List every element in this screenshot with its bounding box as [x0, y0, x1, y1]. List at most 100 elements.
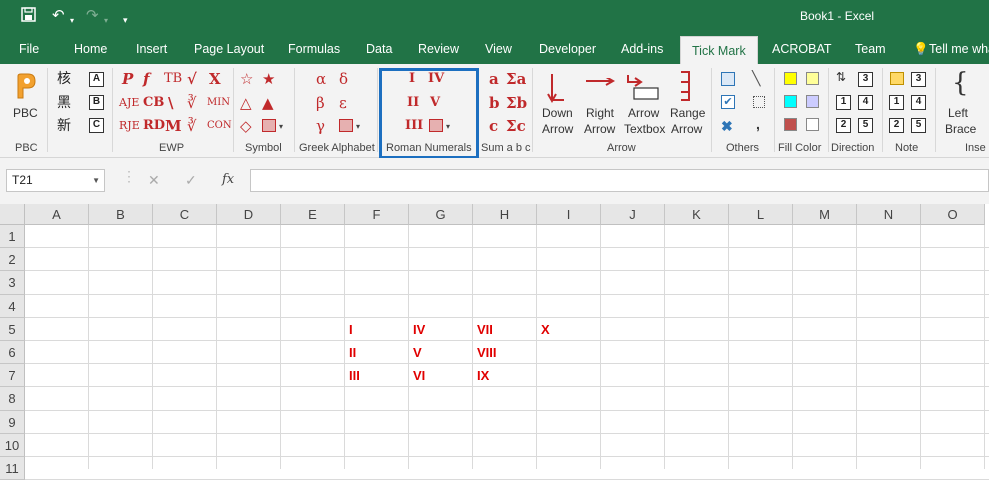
triangle-filled-icon[interactable]: ▲: [262, 94, 274, 112]
ewp-rd-button[interactable]: RD: [143, 117, 165, 135]
tab-review[interactable]: Review: [418, 34, 459, 64]
tab-formulas[interactable]: Formulas: [288, 34, 340, 64]
column-header-o[interactable]: O: [921, 204, 985, 225]
column-header-d[interactable]: D: [217, 204, 281, 225]
greek-more-icon[interactable]: [339, 119, 353, 132]
undo-dropdown-icon[interactable]: ▾: [70, 12, 74, 30]
row-header-10[interactable]: 10: [0, 433, 25, 457]
star-filled-icon[interactable]: ★: [262, 70, 275, 88]
tab-file[interactable]: File: [19, 34, 39, 64]
column-header-c[interactable]: C: [153, 204, 217, 225]
note-icon[interactable]: [890, 72, 904, 85]
diagonal-line-icon[interactable]: ╲: [752, 70, 760, 87]
range-arrow-label-1[interactable]: Range: [670, 106, 705, 121]
left-brace-label-2[interactable]: Brace: [945, 122, 976, 137]
tab-view[interactable]: View: [485, 34, 512, 64]
row-header-8[interactable]: 8: [0, 387, 25, 411]
arrow-textbox-label-2[interactable]: Textbox: [624, 122, 665, 137]
tab-insert[interactable]: Insert: [136, 34, 167, 64]
cell-f7[interactable]: III: [349, 368, 360, 383]
column-header-g[interactable]: G: [409, 204, 473, 225]
dropdown-arrow-icon[interactable]: ▾: [356, 122, 360, 131]
right-arrow-label-1[interactable]: Right: [586, 106, 614, 121]
ewp-con-button[interactable]: CON: [207, 117, 232, 135]
column-header-a[interactable]: A: [25, 204, 89, 225]
ewp-m-button[interactable]: M: [165, 117, 182, 135]
left-brace-icon[interactable]: {: [952, 68, 969, 98]
calculator-icon[interactable]: [721, 72, 735, 86]
tab-home[interactable]: Home: [74, 34, 107, 64]
fill-none-swatch[interactable]: [806, 118, 819, 131]
tab-team[interactable]: Team: [855, 34, 886, 64]
save-icon[interactable]: [21, 7, 36, 27]
ewp-check-button[interactable]: √: [187, 70, 197, 88]
undo-icon[interactable]: ↶: [52, 7, 65, 25]
row-header-1[interactable]: 1: [0, 225, 25, 249]
cell-h6[interactable]: VIII: [477, 345, 497, 360]
row-header-6[interactable]: 6: [0, 341, 25, 365]
down-arrow-label-1[interactable]: Down: [542, 106, 573, 121]
direction-1-button[interactable]: 1: [836, 95, 851, 110]
dropdown-arrow-icon[interactable]: ▾: [279, 122, 283, 131]
cell-g5[interactable]: IV: [413, 322, 425, 337]
cell-g7[interactable]: VI: [413, 368, 425, 383]
boxed-c-button[interactable]: C: [89, 118, 104, 133]
sum-b-button[interactable]: b: [489, 94, 500, 112]
chevron-down-icon[interactable]: ▼: [92, 170, 100, 191]
ewp-p-button[interactable]: P: [122, 70, 133, 88]
ewp-tb-button[interactable]: TB: [164, 70, 182, 88]
column-header-e[interactable]: E: [281, 204, 345, 225]
fill-rose-swatch[interactable]: [784, 118, 797, 131]
down-arrow-icon[interactable]: [547, 72, 567, 107]
sum-a-button[interactable]: a: [489, 70, 499, 88]
cell-f6[interactable]: II: [349, 345, 356, 360]
note-2-button[interactable]: 2: [889, 118, 904, 133]
column-header-j[interactable]: J: [601, 204, 665, 225]
gamma-button[interactable]: γ: [316, 117, 325, 135]
customize-icon[interactable]: ▾: [123, 11, 128, 29]
ewp-tick2-button[interactable]: ∛: [187, 117, 197, 135]
tab-tick-mark[interactable]: Tick Mark: [680, 36, 758, 64]
ewp-min-button[interactable]: MIN: [207, 94, 230, 112]
alpha-button[interactable]: α: [316, 70, 326, 88]
range-arrow-icon[interactable]: [678, 70, 694, 105]
tab-add-ins[interactable]: Add-ins: [621, 34, 663, 64]
enter-icon[interactable]: ✓: [185, 172, 197, 189]
pbc-button-label[interactable]: PBC: [13, 106, 38, 121]
tab-data[interactable]: Data: [366, 34, 392, 64]
select-all-corner[interactable]: [0, 204, 25, 225]
cjk-glyph-1[interactable]: 核: [57, 70, 71, 88]
x-mark-icon[interactable]: ✖: [721, 118, 733, 135]
tab-page-layout[interactable]: Page Layout: [194, 34, 264, 64]
direction-4-button[interactable]: 4: [858, 95, 873, 110]
boxed-b-button[interactable]: B: [89, 95, 104, 110]
tab-acrobat[interactable]: ACROBAT: [772, 34, 832, 64]
note-3-button[interactable]: 3: [911, 72, 926, 87]
cell-f5[interactable]: I: [349, 322, 353, 337]
arrow-textbox-label-1[interactable]: Arrow: [628, 106, 659, 121]
column-header-b[interactable]: B: [89, 204, 153, 225]
dotted-border-icon[interactable]: [753, 96, 765, 108]
column-header-m[interactable]: M: [793, 204, 857, 225]
left-brace-label-1[interactable]: Left: [948, 106, 968, 121]
redo-icon[interactable]: ↷: [86, 7, 99, 25]
row-header-7[interactable]: 7: [0, 364, 25, 388]
sum-c-button[interactable]: c: [489, 117, 498, 135]
direction-2-button[interactable]: 2: [836, 118, 851, 133]
sigma-b-button[interactable]: Σb: [506, 94, 527, 112]
ewp-x-button[interactable]: X: [209, 70, 221, 88]
cell-h5[interactable]: VII: [477, 322, 493, 337]
sigma-c-button[interactable]: Σc: [506, 117, 526, 135]
note-1-button[interactable]: 1: [889, 95, 904, 110]
star-outline-icon[interactable]: ☆: [240, 70, 253, 88]
comma-icon[interactable]: ,: [756, 116, 760, 132]
beta-button[interactable]: β: [316, 94, 325, 112]
boxed-a-button[interactable]: A: [89, 72, 104, 87]
column-header-k[interactable]: K: [665, 204, 729, 225]
insert-function-icon[interactable]: fx: [222, 172, 234, 187]
right-arrow-label-2[interactable]: Arrow: [584, 122, 615, 137]
column-header-n[interactable]: N: [857, 204, 921, 225]
fill-yellow-swatch[interactable]: [784, 72, 797, 85]
triangle-outline-icon[interactable]: △: [240, 94, 252, 112]
ewp-backslash-button[interactable]: \: [168, 94, 173, 112]
